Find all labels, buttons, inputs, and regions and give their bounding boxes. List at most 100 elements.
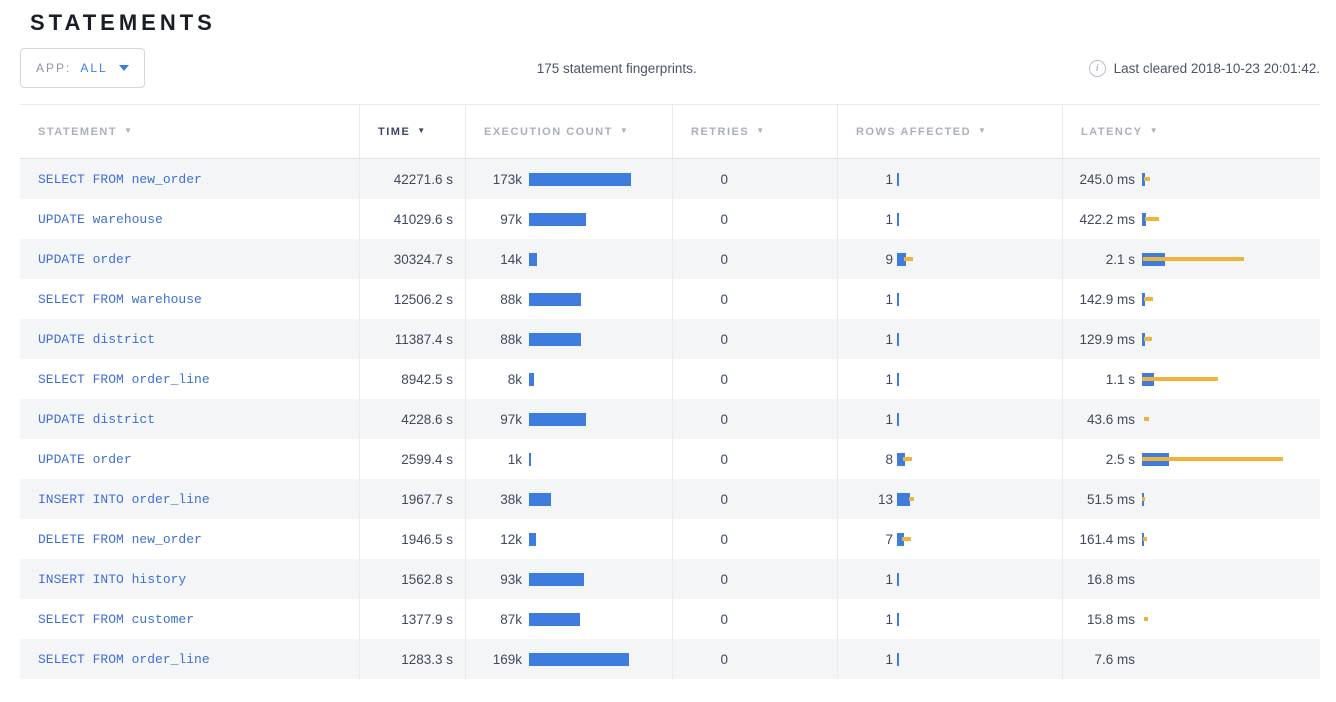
time-cell: 41029.6 s [360, 199, 466, 239]
column-header-time[interactable]: TIME ▼ [360, 105, 466, 158]
statement-link[interactable]: INSERT INTO history [38, 572, 186, 587]
retries-value: 0 [673, 452, 728, 467]
statement-cell: SELECT FROM warehouse [20, 279, 360, 319]
execution-count-mean-bar [529, 613, 580, 626]
latency-cell: 2.5 s [1063, 439, 1320, 479]
last-cleared-text: Last cleared 2018-10-23 20:01:42. [1114, 61, 1320, 76]
statement-link[interactable]: UPDATE order [38, 452, 132, 467]
column-header-retries[interactable]: RETRIES▼ [673, 105, 838, 158]
execution-count-cell: 173k [466, 159, 673, 199]
execution-count-cell: 97k [466, 199, 673, 239]
execution-count-value: 97k [466, 212, 522, 227]
time-value: 2599.4 s [401, 452, 453, 467]
execution-count-value: 173k [466, 172, 522, 187]
latency-cell: 129.9 ms [1063, 319, 1320, 359]
chevron-down-icon [119, 65, 129, 71]
execution-count-cell: 1k [466, 439, 673, 479]
statement-link[interactable]: SELECT FROM customer [38, 612, 194, 627]
latency-value: 161.4 ms [1063, 532, 1135, 547]
latency-value: 245.0 ms [1063, 172, 1135, 187]
statement-link[interactable]: SELECT FROM order_line [38, 652, 210, 667]
latency-value: 16.8 ms [1063, 572, 1135, 587]
column-header-execution-count[interactable]: EXECUTION COUNT▼ [466, 105, 673, 158]
statement-link[interactable]: INSERT INTO order_line [38, 492, 210, 507]
rows-affected-cell: 1 [838, 359, 1063, 399]
table-row: UPDATE district11387.4 s88k01129.9 ms [20, 319, 1320, 359]
retries-cell: 0 [673, 279, 838, 319]
time-cell: 2599.4 s [360, 439, 466, 479]
column-header-latency[interactable]: LATENCY▼ [1063, 105, 1320, 158]
execution-count-mean-bar [529, 333, 581, 346]
column-header-statement[interactable]: STATEMENT ▼ [20, 105, 360, 158]
statement-cell: INSERT INTO order_line [20, 479, 360, 519]
latency-deviation-bar [1144, 617, 1148, 621]
table-row: UPDATE order30324.7 s14k092.1 s [20, 239, 1320, 279]
rows-affected-value: 1 [838, 612, 893, 627]
sort-arrow-icon: ▼ [417, 126, 426, 135]
time-cell: 4228.6 s [360, 399, 466, 439]
retries-value: 0 [673, 412, 728, 427]
rows-affected-value: 9 [838, 252, 893, 267]
execution-count-value: 88k [466, 332, 522, 347]
time-value: 8942.5 s [401, 372, 453, 387]
statement-link[interactable]: UPDATE order [38, 252, 132, 267]
rows-affected-cell: 1 [838, 599, 1063, 639]
table-row: UPDATE district4228.6 s97k0143.6 ms [20, 399, 1320, 439]
rows-affected-value: 1 [838, 372, 893, 387]
rows-affected-deviation-bar [904, 257, 913, 261]
statement-link[interactable]: SELECT FROM new_order [38, 172, 202, 187]
statement-link[interactable]: UPDATE warehouse [38, 212, 163, 227]
execution-count-mean-bar [529, 653, 629, 666]
statement-cell: UPDATE order [20, 239, 360, 279]
rows-affected-mean-bar [897, 613, 899, 626]
column-header-rows-affected[interactable]: ROWS AFFECTED▼ [838, 105, 1063, 158]
statement-count-summary: 175 statement fingerprints. [145, 61, 1089, 76]
execution-count-value: 88k [466, 292, 522, 307]
execution-count-mean-bar [529, 533, 536, 546]
latency-deviation-bar [1144, 177, 1150, 181]
latency-value: 142.9 ms [1063, 292, 1135, 307]
statement-link[interactable]: UPDATE district [38, 332, 155, 347]
app-filter-dropdown[interactable]: APP: ALL [20, 48, 145, 88]
rows-affected-mean-bar [897, 413, 899, 426]
rows-affected-mean-bar [897, 373, 899, 386]
latency-value: 7.6 ms [1063, 652, 1135, 667]
execution-count-mean-bar [529, 573, 584, 586]
time-cell: 1946.5 s [360, 519, 466, 559]
rows-affected-value: 8 [838, 452, 893, 467]
execution-count-cell: 87k [466, 599, 673, 639]
rows-affected-mean-bar [897, 333, 899, 346]
execution-count-value: 14k [466, 252, 522, 267]
sort-arrow-icon: ▼ [124, 126, 133, 135]
retries-cell: 0 [673, 559, 838, 599]
time-cell: 30324.7 s [360, 239, 466, 279]
statement-link[interactable]: UPDATE district [38, 412, 155, 427]
latency-cell: 161.4 ms [1063, 519, 1320, 559]
statement-link[interactable]: SELECT FROM warehouse [38, 292, 202, 307]
latency-value: 1.1 s [1063, 372, 1135, 387]
latency-value: 129.9 ms [1063, 332, 1135, 347]
latency-cell: 422.2 ms [1063, 199, 1320, 239]
statement-cell: SELECT FROM order_line [20, 359, 360, 399]
latency-cell: 43.6 ms [1063, 399, 1320, 439]
time-cell: 1562.8 s [360, 559, 466, 599]
column-header-label: TIME [378, 126, 410, 138]
rows-affected-value: 7 [838, 532, 893, 547]
rows-affected-cell: 8 [838, 439, 1063, 479]
info-icon[interactable]: i [1089, 60, 1106, 77]
rows-affected-cell: 9 [838, 239, 1063, 279]
execution-count-value: 1k [466, 452, 522, 467]
column-header-label: EXECUTION COUNT [484, 126, 613, 138]
table-row: SELECT FROM order_line1283.3 s169k017.6 … [20, 639, 1320, 679]
retries-cell: 0 [673, 239, 838, 279]
rows-affected-value: 1 [838, 652, 893, 667]
statement-link[interactable]: DELETE FROM new_order [38, 532, 202, 547]
statement-link[interactable]: SELECT FROM order_line [38, 372, 210, 387]
execution-count-mean-bar [529, 413, 586, 426]
statement-cell: UPDATE district [20, 319, 360, 359]
rows-affected-value: 13 [838, 492, 893, 507]
statement-cell: UPDATE order [20, 439, 360, 479]
rows-affected-mean-bar [897, 173, 899, 186]
column-header-label: STATEMENT [38, 126, 117, 138]
latency-cell: 15.8 ms [1063, 599, 1320, 639]
